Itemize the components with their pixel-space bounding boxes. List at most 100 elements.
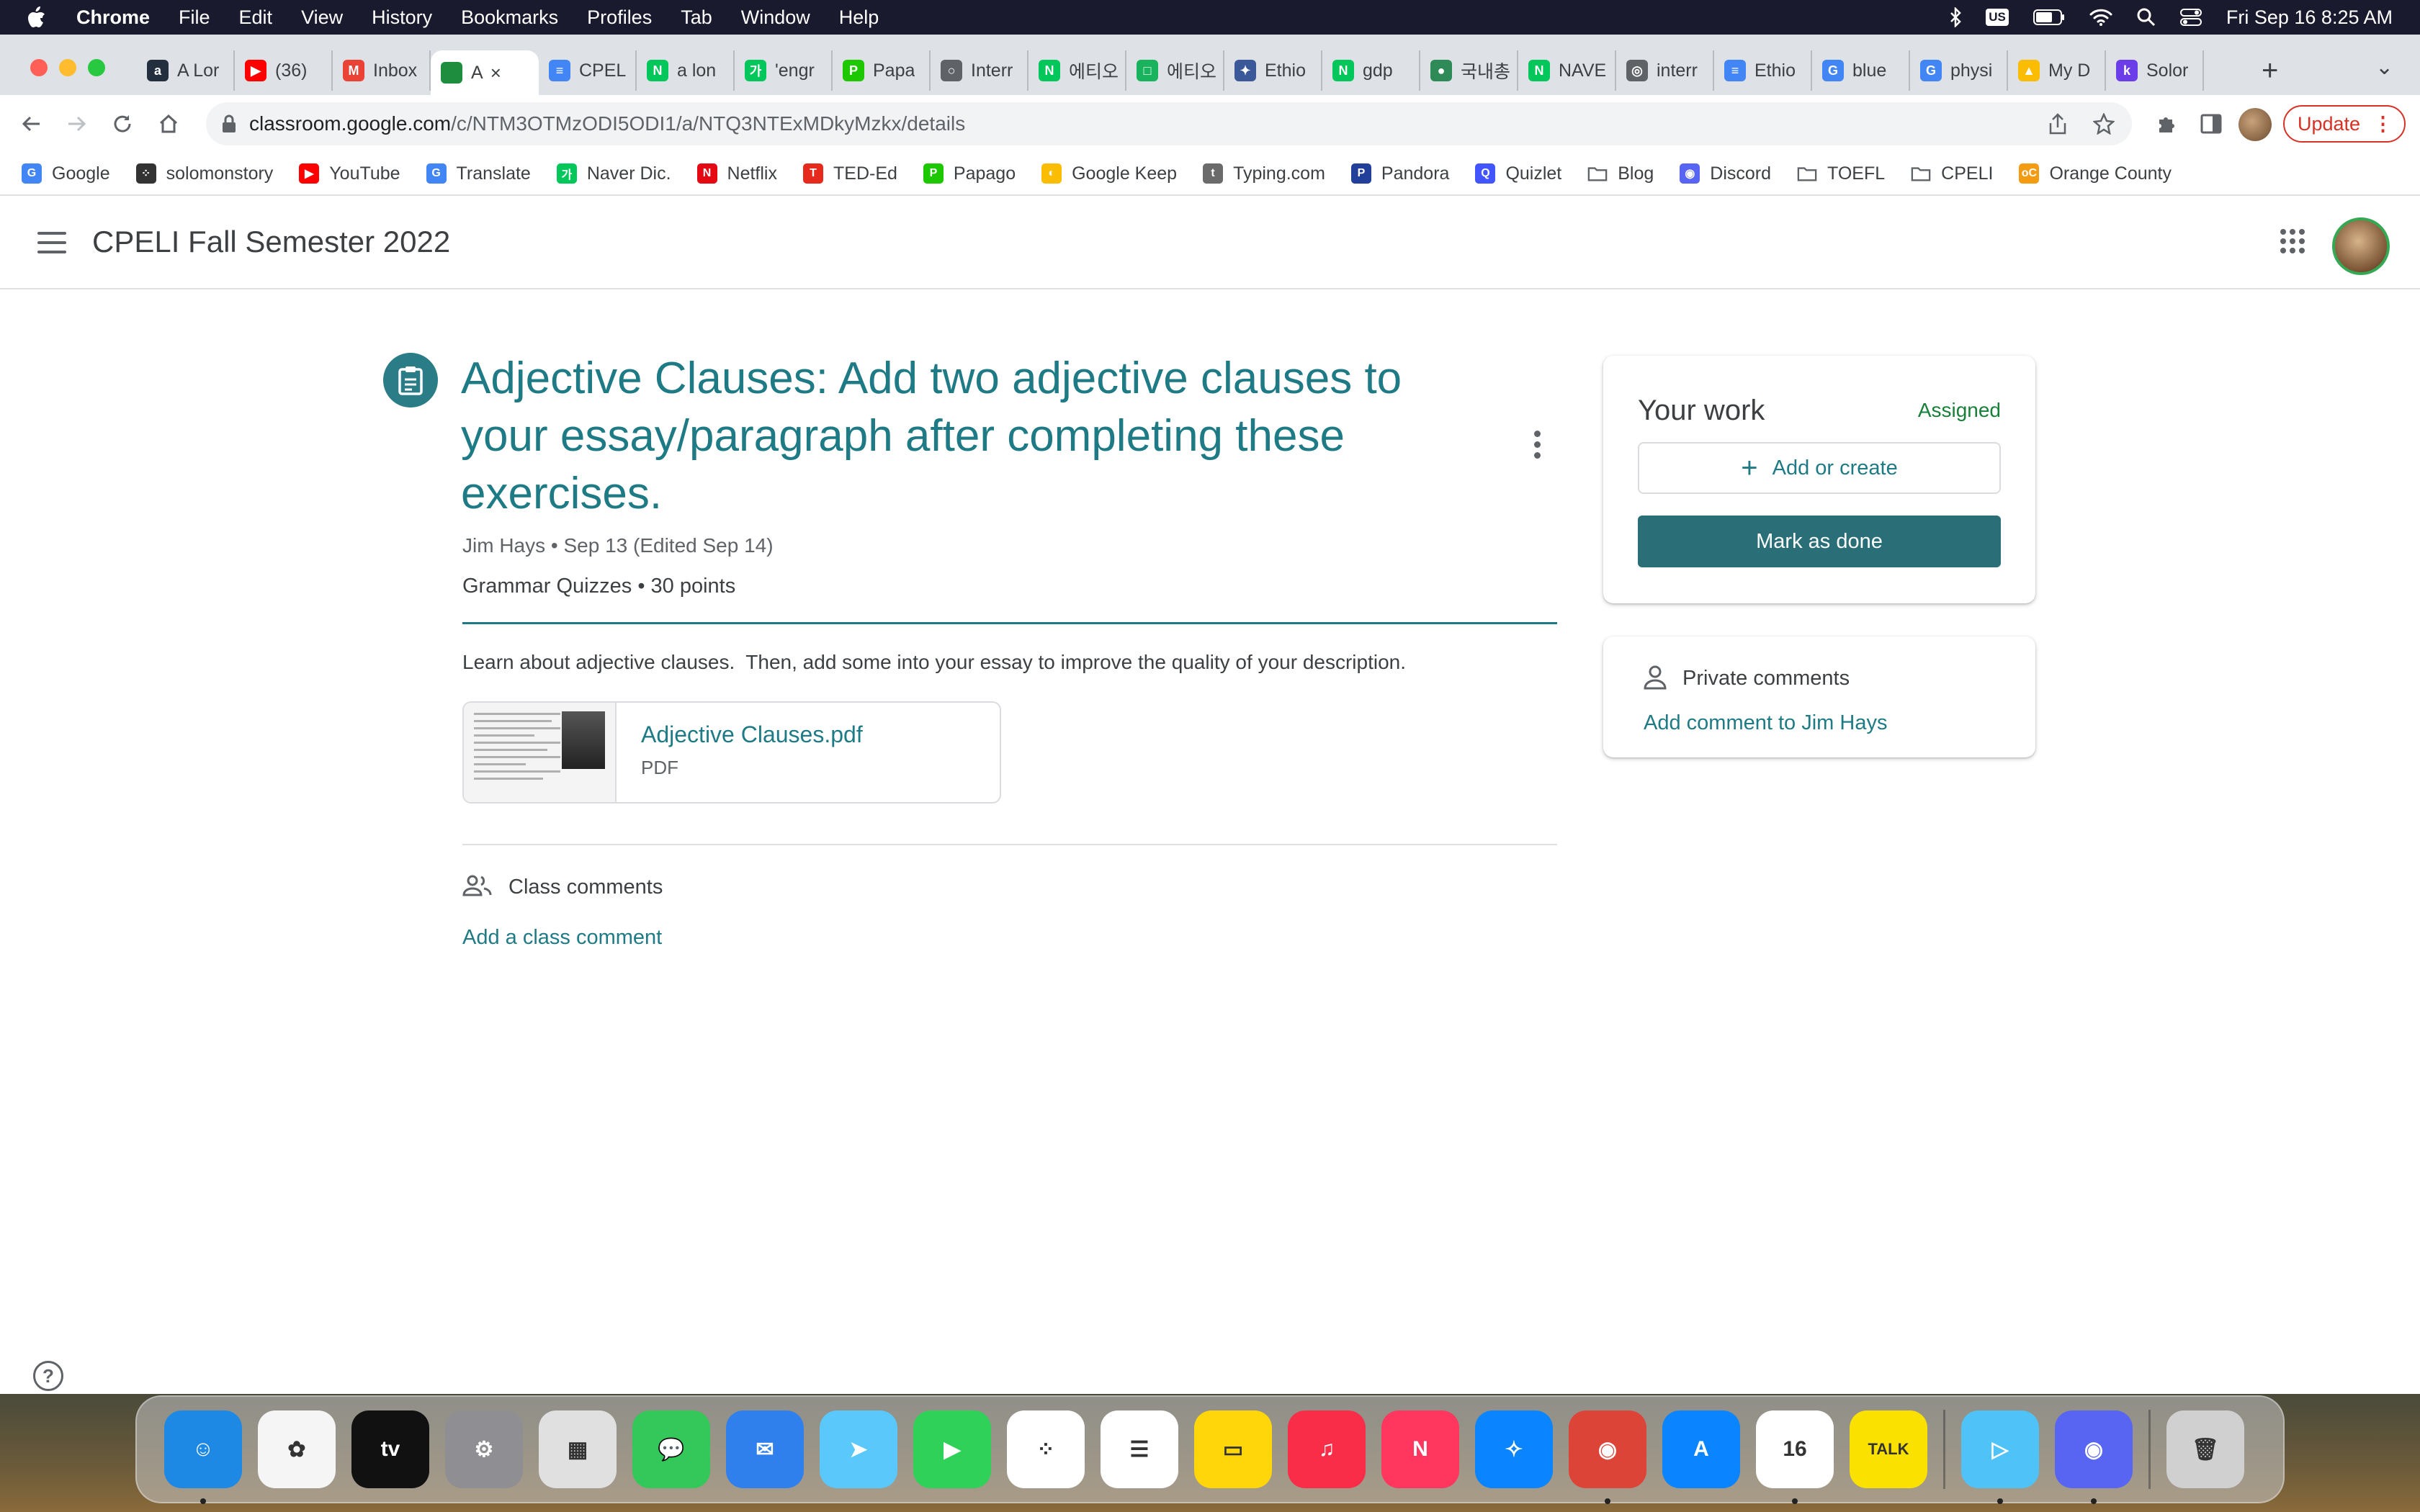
help-icon[interactable]: ?: [33, 1361, 63, 1391]
browser-tab[interactable]: ○ Interr: [931, 50, 1028, 91]
mark-as-done-button[interactable]: Mark as done: [1638, 516, 2001, 567]
bookmark-item[interactable]: oC Orange County: [2019, 163, 2172, 184]
class-title[interactable]: CPELI Fall Semester 2022: [92, 225, 450, 259]
menu-window[interactable]: Window: [741, 6, 810, 29]
address-bar[interactable]: classroom.google.com/c/NTM3OTMzODI5ODI1/…: [206, 102, 2132, 145]
menu-app-name[interactable]: Chrome: [76, 6, 150, 29]
bookmark-item[interactable]: G Google: [22, 163, 110, 184]
bookmark-item[interactable]: t Typing.com: [1203, 163, 1325, 184]
bookmark-item[interactable]: P Pandora: [1350, 163, 1449, 184]
mail-dock-icon[interactable]: ✉: [726, 1410, 804, 1488]
dots-app-dock-icon[interactable]: ⁘: [1007, 1410, 1085, 1488]
menu-profiles[interactable]: Profiles: [587, 6, 652, 29]
menu-file[interactable]: File: [179, 6, 210, 29]
attachment-name[interactable]: Adjective Clauses.pdf: [641, 721, 863, 748]
calendar-dock-icon[interactable]: 16: [1756, 1410, 1834, 1504]
bookmark-star-icon[interactable]: [2093, 113, 2115, 135]
close-tab-icon[interactable]: ×: [490, 62, 501, 84]
bookmark-item[interactable]: ⁘ solomonstory: [135, 163, 273, 184]
bookmark-item[interactable]: CPELI: [1911, 163, 1993, 184]
close-window-button[interactable]: [30, 59, 48, 76]
share-icon[interactable]: [2048, 113, 2067, 135]
launchpad-dock-icon[interactable]: ▦: [539, 1410, 617, 1488]
menu-help[interactable]: Help: [839, 6, 879, 29]
menu-history[interactable]: History: [372, 6, 432, 29]
battery-icon[interactable]: [2033, 9, 2065, 25]
browser-tab[interactable]: ◎ interr: [1616, 50, 1714, 91]
bookmark-item[interactable]: ◉ Discord: [1680, 163, 1771, 184]
spotlight-search-icon[interactable]: [2137, 8, 2156, 27]
reminders-dock-icon[interactable]: ☰: [1101, 1410, 1178, 1488]
menu-view[interactable]: View: [301, 6, 343, 29]
browser-tab[interactable]: ≡ CPEL: [539, 50, 637, 91]
news-dock-icon[interactable]: N: [1381, 1410, 1459, 1488]
chrome-menu-icon[interactable]: ⋮: [2373, 113, 2393, 135]
maps-dock-icon[interactable]: ➤: [820, 1410, 897, 1488]
browser-tab[interactable]: ✦ Ethio: [1224, 50, 1322, 91]
bookmark-item[interactable]: T TED-Ed: [803, 163, 897, 184]
trash-dock-icon[interactable]: 🗑: [2166, 1410, 2244, 1488]
bookmark-item[interactable]: 가 Naver Dic.: [556, 163, 671, 184]
bookmark-item[interactable]: ▶ YouTube: [299, 163, 400, 184]
more-options-icon[interactable]: [1534, 431, 1541, 463]
main-menu-icon[interactable]: [37, 232, 66, 260]
browser-tab[interactable]: N 에티오: [1028, 50, 1126, 91]
messages-dock-icon[interactable]: 💬: [632, 1410, 710, 1488]
browser-tab[interactable]: 가 'engr: [735, 50, 833, 91]
browser-tab[interactable]: N NAVE: [1518, 50, 1616, 91]
finder-dock-icon[interactable]: ☺: [164, 1410, 242, 1504]
prime-video-dock-icon[interactable]: ▷: [1961, 1410, 2039, 1504]
safari-dock-icon[interactable]: ✧: [1475, 1410, 1553, 1488]
chrome-dock-icon[interactable]: ◉: [1569, 1410, 1646, 1504]
browser-tab[interactable]: ▲ My D: [2008, 50, 2106, 91]
update-chrome-button[interactable]: Update ⋮: [2283, 105, 2406, 143]
wifi-icon[interactable]: [2089, 9, 2112, 26]
account-avatar[interactable]: [2332, 217, 2390, 275]
bookmark-item[interactable]: G Translate: [426, 163, 531, 184]
add-private-comment-link[interactable]: Add comment to Jim Hays: [1644, 711, 1887, 735]
browser-tab[interactable]: A ×: [431, 50, 539, 95]
browser-tab[interactable]: Gblue: [1812, 50, 1910, 91]
bookmark-item[interactable]: P Papago: [923, 163, 1016, 184]
zoom-window-button[interactable]: [88, 59, 105, 76]
bookmark-item[interactable]: N Netflix: [696, 163, 777, 184]
facetime-dock-icon[interactable]: ▶: [913, 1410, 991, 1488]
apple-tv-dock-icon[interactable]: tv: [351, 1410, 429, 1488]
lock-icon[interactable]: [222, 114, 236, 133]
bookmark-item[interactable]: Q Quizlet: [1475, 163, 1561, 184]
bookmark-item[interactable]: TOEFL: [1797, 163, 1885, 184]
home-button[interactable]: [153, 108, 184, 140]
notes-dock-icon[interactable]: ▭: [1194, 1410, 1272, 1488]
apple-icon[interactable]: [26, 6, 55, 29]
menu-edit[interactable]: Edit: [239, 6, 273, 29]
add-or-create-button[interactable]: + Add or create: [1638, 442, 2001, 494]
bluetooth-icon[interactable]: [1950, 7, 1962, 27]
menu-tab[interactable]: Tab: [681, 6, 712, 29]
add-class-comment-link[interactable]: Add a class comment: [462, 926, 662, 950]
menubar-clock[interactable]: Fri Sep 16 8:25 AM: [2226, 6, 2393, 29]
bookmark-item[interactable]: ◐ Google Keep: [1041, 163, 1177, 184]
browser-tab[interactable]: ▶ (36): [235, 50, 333, 91]
browser-tab[interactable]: M Inbox: [333, 50, 431, 91]
forward-button[interactable]: [60, 108, 92, 140]
side-panel-icon[interactable]: [2195, 108, 2227, 140]
extensions-puzzle-icon[interactable]: [2151, 108, 2182, 140]
attachment-card[interactable]: Adjective Clauses.pdf PDF: [462, 701, 1001, 804]
app-store-dock-icon[interactable]: A: [1662, 1410, 1740, 1488]
browser-tab[interactable]: Gphysi: [1910, 50, 2008, 91]
browser-tab[interactable]: □ 에티오: [1126, 50, 1224, 91]
browser-tab[interactable]: Na lon: [637, 50, 735, 91]
menu-bookmarks[interactable]: Bookmarks: [461, 6, 558, 29]
keyboard-input-icon[interactable]: US: [1986, 9, 2009, 26]
browser-tab[interactable]: Ngdp: [1322, 50, 1420, 91]
profile-avatar[interactable]: [2238, 108, 2272, 141]
tab-search-button[interactable]: ⌄: [2375, 55, 2393, 80]
browser-tab[interactable]: k Solor: [2106, 50, 2204, 91]
reload-button[interactable]: [107, 108, 138, 140]
minimize-window-button[interactable]: [59, 59, 76, 76]
discord-dock-icon[interactable]: ◉: [2055, 1410, 2133, 1504]
browser-tab[interactable]: P Papa: [833, 50, 931, 91]
new-tab-button[interactable]: +: [2262, 55, 2278, 87]
browser-tab[interactable]: ≡ Ethio: [1714, 50, 1812, 91]
browser-tab[interactable]: ● 국내총: [1420, 50, 1518, 91]
